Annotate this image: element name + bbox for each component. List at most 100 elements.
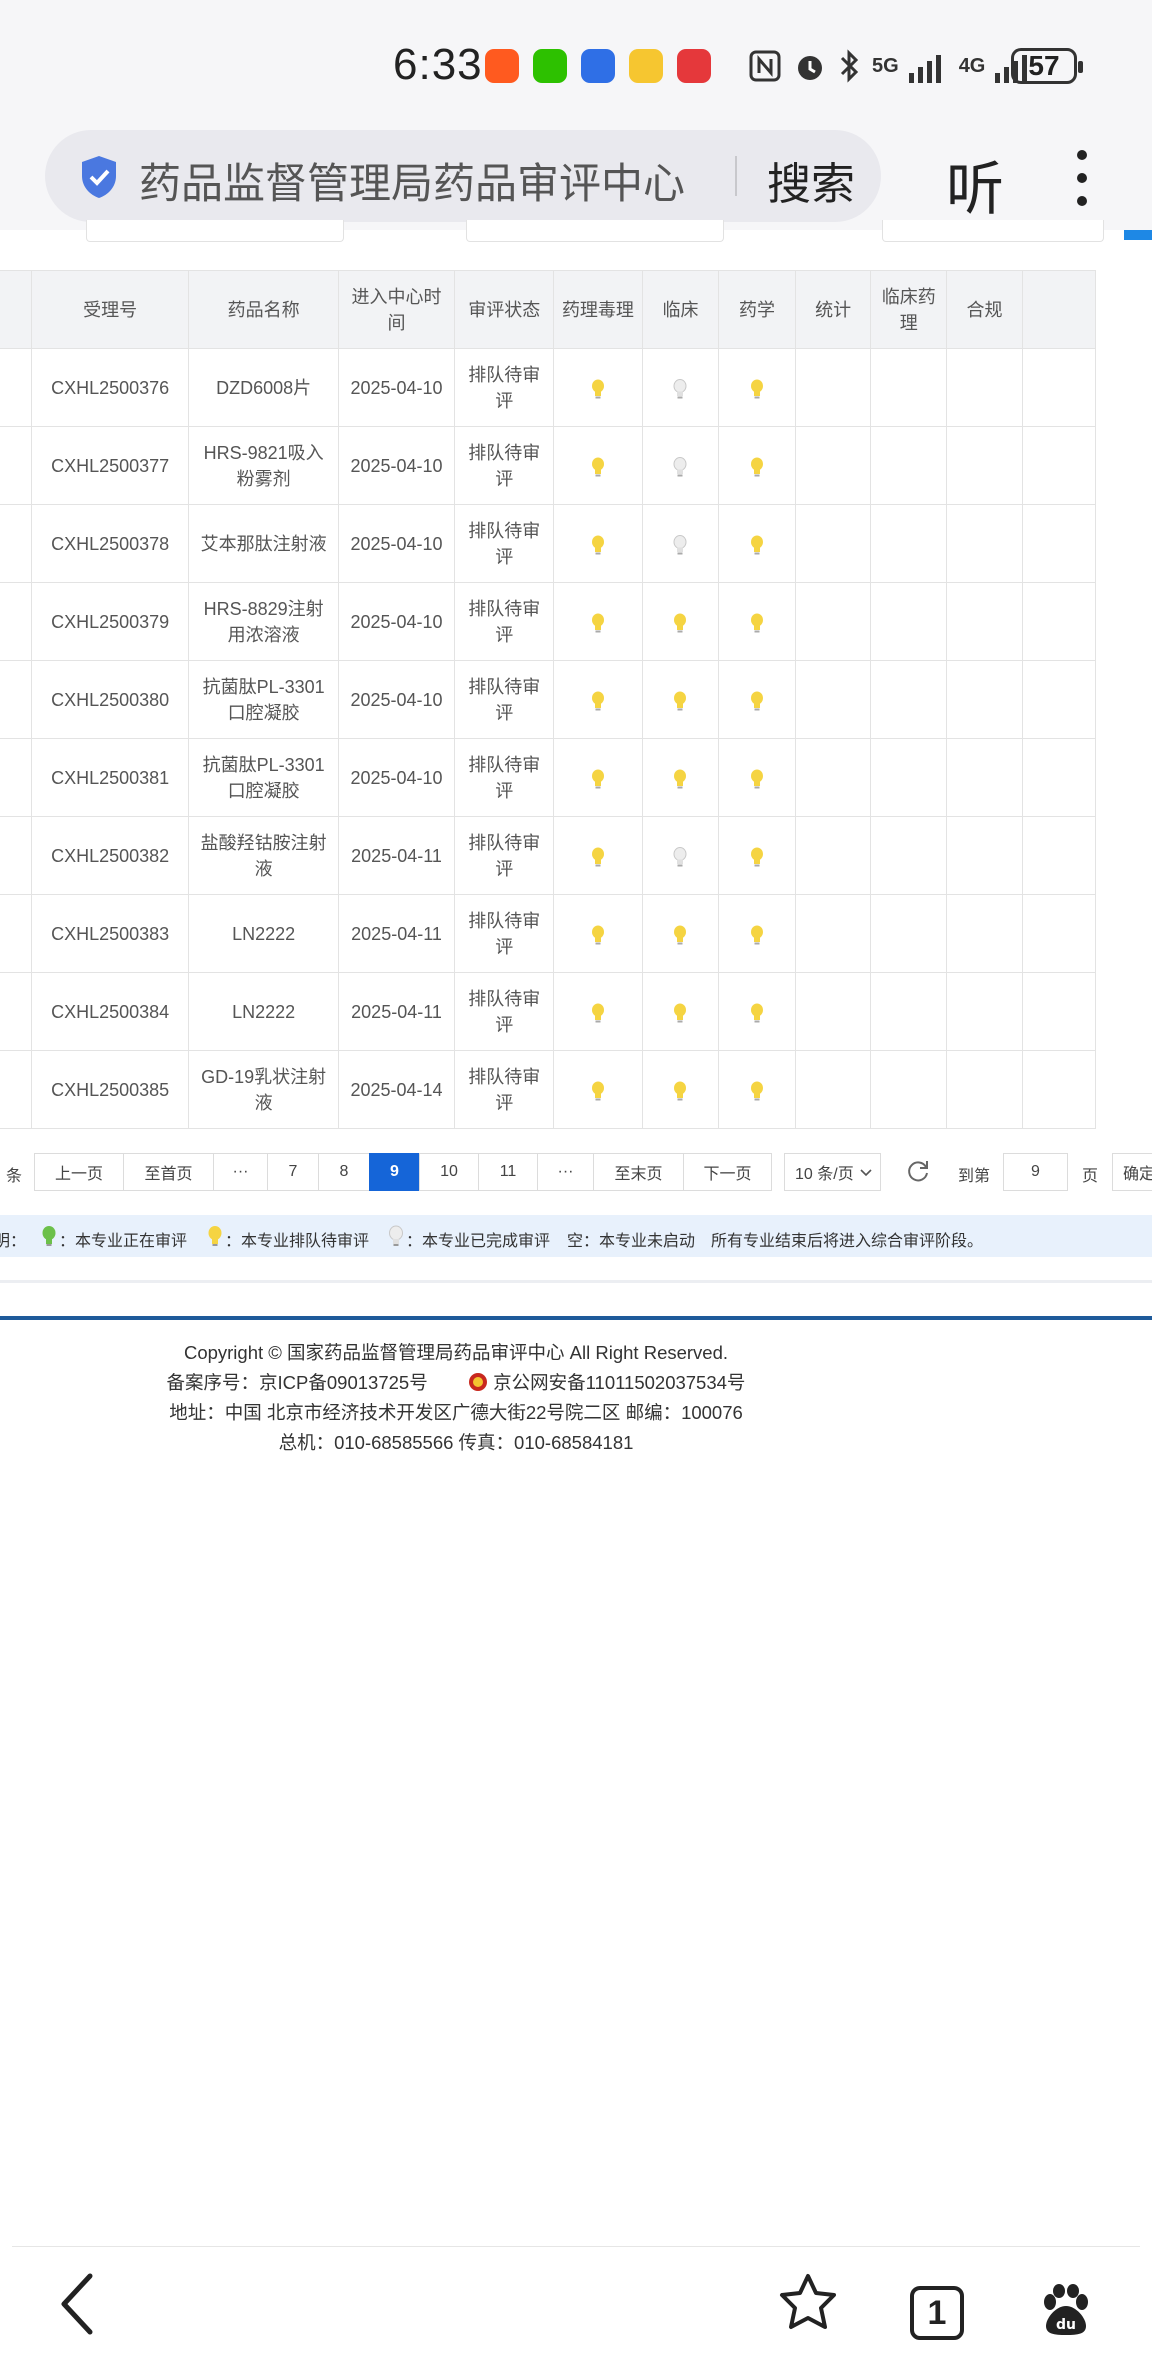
bulb-yellow-icon xyxy=(674,769,687,789)
pharmacology-status-cell xyxy=(553,816,643,895)
table-row[interactable]: 1CXHL2500376DZD6008片2025-04-10排队待审评 xyxy=(0,348,1097,427)
table-row[interactable]: 2CXHL2500377HRS-9821吸入粉雾剂2025-04-10排队待审评 xyxy=(0,426,1097,505)
listen-button[interactable]: 听 xyxy=(946,142,1004,226)
entry-date-cell: 2025-04-10 xyxy=(337,348,456,427)
pharmacy-status-cell xyxy=(718,348,796,427)
clinical-pharmacology-status-cell xyxy=(870,660,948,739)
back-arrow-icon[interactable] xyxy=(58,2272,98,2336)
site-footer: Copyright © 国家药品监督管理局药品审评中心 All Right Re… xyxy=(0,1338,912,1458)
bulb-gray-icon xyxy=(673,378,687,399)
pharmacy-status-cell xyxy=(718,894,796,973)
next-page-button[interactable]: 下一页 xyxy=(683,1153,772,1191)
filter-input-3[interactable] xyxy=(882,220,1104,242)
prev-page-button[interactable]: 上一页 xyxy=(34,1153,124,1191)
confirm-button[interactable]: 确定 xyxy=(1112,1153,1152,1191)
table-row[interactable]: 4CXHL2500379HRS-8829注射用浓溶液2025-04-10排队待审… xyxy=(0,582,1097,661)
compliance-status-cell xyxy=(946,1050,1023,1129)
table-row[interactable]: 6CXHL2500381抗菌肽PL-3301口腔凝胶2025-04-10排队待审… xyxy=(0,738,1097,817)
bookmark-star-icon[interactable] xyxy=(778,2272,838,2332)
table-row[interactable]: 9CXHL2500384LN22222025-04-11排队待审评 xyxy=(0,972,1097,1051)
more-menu-icon[interactable] xyxy=(1075,150,1089,206)
baidu-paw-icon[interactable]: du xyxy=(1040,2284,1092,2336)
table-row[interactable]: 8CXHL2500383LN22222025-04-11排队待审评 xyxy=(0,894,1097,973)
review-status-cell: 排队待审评 xyxy=(454,582,555,661)
bulb-yellow-icon xyxy=(751,691,764,711)
row-number-cell: 5 xyxy=(0,660,32,739)
ellipsis-left[interactable]: ··· xyxy=(213,1153,268,1191)
legend-completed: ：本专业已完成审评 xyxy=(406,1233,551,1250)
entry-date-cell: 2025-04-10 xyxy=(337,660,456,739)
ellipsis-right[interactable]: ··· xyxy=(537,1153,594,1191)
drug-name-cell: 艾本那肽注射液 xyxy=(188,504,339,583)
entry-date-cell: 2025-04-10 xyxy=(337,504,456,583)
column-header: 临床 xyxy=(641,270,720,349)
address-search-box[interactable]: 药品监督管理局药品审评中心 搜索 xyxy=(45,130,881,222)
filter-input-2[interactable] xyxy=(466,220,724,242)
police-record-link[interactable]: 京公网安备11011502037534号 xyxy=(493,1372,745,1393)
footer-divider xyxy=(0,1316,1152,1320)
page-7-button[interactable]: 7 xyxy=(267,1153,319,1191)
page-unit-label: 页 xyxy=(1082,1168,1099,1185)
table-row[interactable]: 0CXHL2500385GD-19乳状注射液2025-04-14排队待审评 xyxy=(0,1050,1097,1129)
legend-note: 所有专业结束后将进入综合审评阶段。 xyxy=(711,1233,984,1250)
drug-name-cell: LN2222 xyxy=(188,972,339,1051)
battery-indicator: 57 xyxy=(1011,48,1083,84)
row-number-cell: 4 xyxy=(0,582,32,661)
pharmacy-status-cell xyxy=(718,816,796,895)
column-header: 号 xyxy=(0,270,32,349)
first-page-button[interactable]: 至首页 xyxy=(123,1153,214,1191)
tabs-count-button[interactable]: 1 xyxy=(910,2286,964,2340)
icp-link[interactable]: 备案序号：京ICP备09013725号 xyxy=(167,1372,428,1393)
shield-icon xyxy=(82,156,116,198)
page-9-button[interactable]: 9 xyxy=(369,1153,420,1191)
compliance-status-cell xyxy=(946,426,1023,505)
pharmacology-status-cell xyxy=(553,582,643,661)
page-10-button[interactable]: 10 xyxy=(419,1153,479,1191)
extra-status-cell xyxy=(1021,348,1097,427)
status-bar: 6:33 5G 4G 57 xyxy=(0,0,1152,130)
table-row[interactable]: 3CXHL2500378艾本那肽注射液2025-04-10排队待审评 xyxy=(0,504,1097,583)
bulb-yellow-icon xyxy=(674,925,687,945)
statistics-status-cell xyxy=(794,504,872,583)
filter-input-1[interactable] xyxy=(86,220,344,242)
bulb-yellow-icon xyxy=(591,769,604,789)
table-row[interactable]: 5CXHL2500380抗菌肽PL-3301口腔凝胶2025-04-10排队待审… xyxy=(0,660,1097,739)
app-icon-wechat xyxy=(533,49,567,83)
bulb-yellow-icon xyxy=(674,1081,687,1101)
clinical-pharmacology-status-cell xyxy=(870,426,948,505)
statistics-status-cell xyxy=(794,1050,872,1129)
entry-date-cell: 2025-04-11 xyxy=(337,972,456,1051)
extra-status-cell xyxy=(1021,738,1097,817)
pagination: 条 上一页 至首页 ··· 7 8 9 10 11 ··· 至末页 下一页 10… xyxy=(0,1153,1152,1191)
status-icons: 5G 4G xyxy=(748,46,1035,86)
pharmacology-status-cell xyxy=(553,504,643,583)
row-number-cell: 7 xyxy=(0,816,32,895)
bulb-yellow-icon xyxy=(591,379,604,399)
refresh-icon[interactable] xyxy=(905,1158,931,1184)
acceptance-number-cell: CXHL2500385 xyxy=(30,1050,190,1129)
bulb-yellow-icon xyxy=(751,769,764,789)
page-8-button[interactable]: 8 xyxy=(318,1153,370,1191)
column-header: 受理号 xyxy=(30,270,190,349)
page-size-select[interactable]: 10 条/页 xyxy=(784,1153,881,1191)
bulb-yellow-icon xyxy=(591,457,604,477)
bulb-gray-icon xyxy=(673,456,687,477)
acceptance-number-cell: CXHL2500384 xyxy=(30,972,190,1051)
row-number-cell: 9 xyxy=(0,972,32,1051)
clinical-pharmacology-status-cell xyxy=(870,738,948,817)
clinical-status-cell xyxy=(641,348,720,427)
page-11-button[interactable]: 11 xyxy=(478,1153,538,1191)
search-button[interactable]: 搜索 xyxy=(767,148,855,212)
pharmacy-status-cell xyxy=(718,972,796,1051)
acceptance-number-cell: CXHL2500378 xyxy=(30,504,190,583)
table-header-row: 号受理号药品名称进入中心时间审评状态药理毒理临床药学统计临床药理合规 xyxy=(0,270,1097,349)
search-submit-edge[interactable] xyxy=(1124,230,1152,240)
clinical-status-cell xyxy=(641,972,720,1051)
bulb-yellow-icon xyxy=(591,613,604,633)
filter-strip xyxy=(0,220,1152,270)
table-row[interactable]: 7CXHL2500382盐酸羟钴胺注射液2025-04-11排队待审评 xyxy=(0,816,1097,895)
goto-page-input[interactable]: 9 xyxy=(1003,1153,1068,1191)
nfc-icon xyxy=(749,50,781,82)
drug-name-cell: 盐酸羟钴胺注射液 xyxy=(188,816,339,895)
last-page-button[interactable]: 至末页 xyxy=(593,1153,684,1191)
